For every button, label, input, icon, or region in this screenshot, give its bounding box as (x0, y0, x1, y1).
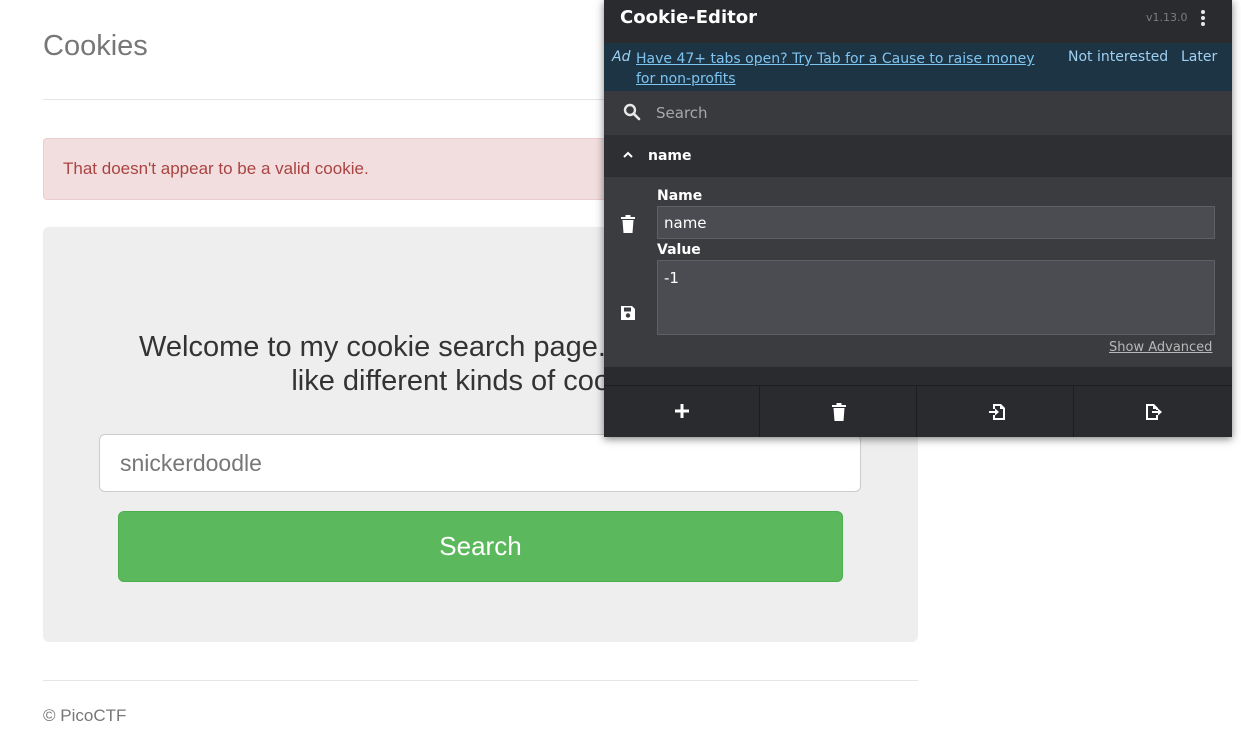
export-button[interactable] (1075, 386, 1231, 437)
search-icon (623, 103, 641, 121)
filter-cookies-input[interactable] (650, 99, 1222, 127)
import-icon (989, 404, 1005, 420)
cookie-editor-title: Cookie-Editor (620, 7, 757, 28)
value-label: Value (657, 242, 701, 258)
add-cookie-button[interactable] (604, 386, 760, 437)
footer-copyright: © PicoCTF (43, 706, 127, 725)
ad-link[interactable]: Have 47+ tabs open? Try Tab for a Cause … (636, 49, 1046, 89)
cookie-editor-toolbar (604, 385, 1232, 437)
save-cookie-icon[interactable] (620, 305, 636, 321)
page-title: Cookies (43, 30, 148, 62)
name-label: Name (657, 188, 703, 204)
cookie-name-field[interactable] (657, 206, 1215, 239)
cookie-row-header[interactable]: name (604, 135, 1232, 177)
delete-cookie-icon[interactable] (620, 215, 636, 233)
cookie-search-input[interactable] (99, 434, 861, 492)
search-button[interactable]: Search (118, 511, 843, 582)
ad-tag: Ad (612, 49, 631, 65)
later-button[interactable]: Later (1181, 49, 1217, 65)
trash-icon (832, 403, 846, 421)
not-interested-button[interactable]: Not interested (1068, 49, 1168, 65)
plus-icon (675, 404, 689, 418)
version-label: v1.13.0 (1146, 11, 1188, 24)
export-icon (1146, 404, 1162, 420)
cookie-value-field[interactable]: -1 (657, 260, 1215, 335)
more-menu-icon[interactable] (1196, 8, 1210, 30)
delete-all-button[interactable] (761, 386, 917, 437)
cookie-details: Name Value -1 Show Advanced (604, 177, 1232, 367)
chevron-up-icon (623, 151, 633, 158)
import-button[interactable] (918, 386, 1074, 437)
cookie-editor-header: Cookie-Editor v1.13.0 (604, 0, 1232, 43)
divider (43, 680, 918, 681)
cookie-search-bar (604, 91, 1232, 135)
cookie-name-label: name (648, 148, 692, 164)
cookie-editor-popup: Cookie-Editor v1.13.0 Ad Have 47+ tabs o… (604, 0, 1232, 437)
ad-banner: Ad Have 47+ tabs open? Try Tab for a Cau… (604, 43, 1232, 91)
show-advanced-link[interactable]: Show Advanced (1109, 340, 1212, 355)
